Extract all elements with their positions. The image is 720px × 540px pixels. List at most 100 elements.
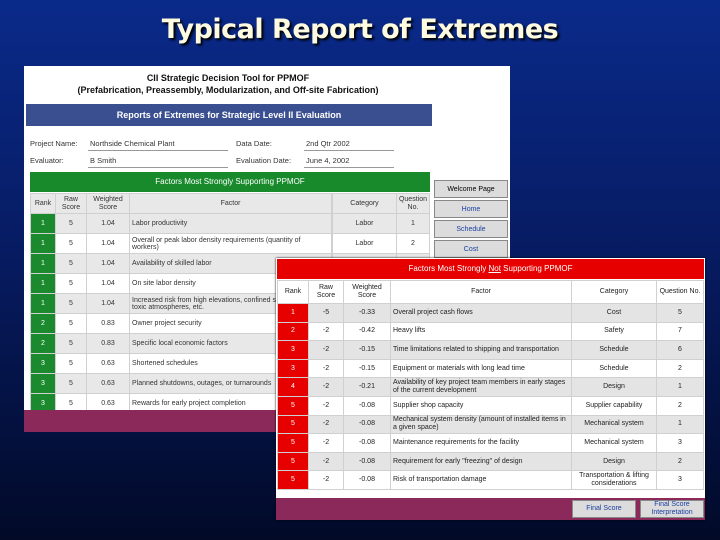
- question-cell: 7: [656, 321, 704, 342]
- rank-cell: 1: [30, 233, 56, 254]
- raw-score-cell: -5: [308, 303, 344, 323]
- welcome-page-button[interactable]: Welcome Page: [434, 180, 508, 198]
- raw-score-cell: -2: [308, 395, 344, 416]
- data-date-value: 2nd Qtr 2002: [306, 139, 350, 148]
- table-row: 3 -2 -0.15 Time limitations related to ship…: [277, 340, 704, 360]
- col-rank: Rank: [277, 280, 309, 304]
- evaluator-value: B Smith: [90, 156, 117, 165]
- raw-score-cell: -2: [308, 470, 344, 490]
- question-cell: 1: [395, 213, 431, 234]
- table-row: 5 -2 -0.08 Requirement for early "freezing"…: [277, 451, 704, 472]
- rank-cell: 1: [30, 253, 56, 274]
- rank-cell: 3: [277, 358, 309, 379]
- report-window-not-supporting: Factors Most Strongly Not Supporting PPM…: [276, 258, 705, 520]
- raw-score-cell: -2: [308, 358, 344, 379]
- col-weighted-score: Weighted Score: [343, 280, 391, 304]
- weighted-score-cell: -0.42: [343, 321, 391, 342]
- rank-cell: 3: [277, 340, 309, 360]
- table-row: 4 -2 -0.21 Availability of key project team…: [277, 377, 704, 397]
- raw-score-cell: 5: [55, 233, 87, 254]
- schedule-button[interactable]: Schedule: [434, 220, 508, 238]
- category-cell: Mechanical system: [571, 414, 657, 435]
- question-cell: 3: [656, 470, 704, 490]
- factor-cell: Labor productivity: [129, 213, 332, 234]
- category-cell: Transportation & lifting considerations: [571, 470, 657, 490]
- raw-score-cell: 5: [55, 253, 87, 274]
- question-cell: 1: [656, 377, 704, 397]
- evaluation-date-label: Evaluation Date:: [236, 156, 292, 165]
- weighted-score-cell: 0.63: [86, 373, 130, 394]
- raw-score-cell: 5: [55, 373, 87, 394]
- category-cell: Safety: [571, 321, 657, 342]
- weighted-score-cell: 1.04: [86, 233, 130, 254]
- category-cell: Design: [571, 451, 657, 472]
- rank-cell: 2: [277, 321, 309, 342]
- factor-cell: Overall or peak labor density requiremen…: [129, 233, 332, 254]
- evaluator-underline: [88, 167, 228, 168]
- evaluation-date-underline: [304, 167, 394, 168]
- table-row: Labor 1: [332, 213, 431, 234]
- rank-cell: 2: [30, 333, 56, 354]
- weighted-score-cell: -0.08: [343, 395, 391, 416]
- weighted-score-cell: 1.04: [86, 293, 130, 314]
- report-title-bar: Reports of Extremes for Strategic Level …: [26, 104, 432, 126]
- final-score-button[interactable]: Final Score: [572, 500, 636, 518]
- col-factor: Factor: [390, 280, 572, 304]
- raw-score-cell: -2: [308, 414, 344, 435]
- weighted-score-cell: -0.15: [343, 340, 391, 360]
- project-name-value: Northside Chemical Plant: [90, 139, 175, 148]
- rank-cell: 4: [277, 377, 309, 397]
- table-row: Labor 2: [332, 233, 431, 254]
- not-supporting-title: Factors Most Strongly Not Supporting PPM…: [277, 259, 704, 279]
- factor-cell: Overall project cash flows: [390, 303, 572, 323]
- weighted-score-cell: -0.08: [343, 470, 391, 490]
- table-row: 5 -2 -0.08 Risk of transportation damage Tra…: [277, 470, 704, 490]
- weighted-score-cell: 1.04: [86, 253, 130, 274]
- raw-score-cell: 5: [55, 313, 87, 334]
- factor-cell: Heavy lifts: [390, 321, 572, 342]
- not-supporting-title-not: Not: [488, 264, 501, 273]
- weighted-score-cell: 0.83: [86, 333, 130, 354]
- table-row: 5 -2 -0.08 Maintenance requirements for the…: [277, 433, 704, 453]
- supporting-title: Factors Most Strongly Supporting PPMOF: [30, 172, 430, 192]
- raw-score-cell: -2: [308, 451, 344, 472]
- rank-cell: 3: [30, 353, 56, 374]
- not-supporting-header-row: Rank Raw Score Weighted Score Factor Cat…: [277, 280, 704, 304]
- col-factor: Factor: [129, 193, 332, 214]
- factor-cell: Supplier shop capacity: [390, 395, 572, 416]
- table-row: 2 -2 -0.42 Heavy lifts Safety 7: [277, 321, 704, 342]
- rank-cell: 3: [30, 373, 56, 394]
- rank-cell: 2: [30, 313, 56, 334]
- question-cell: 3: [656, 433, 704, 453]
- cost-button[interactable]: Cost: [434, 240, 508, 258]
- category-cell: Labor: [332, 233, 397, 254]
- question-cell: 2: [656, 358, 704, 379]
- table-row: 5 -2 -0.08 Supplier shop capacity Supplier c…: [277, 395, 704, 416]
- category-cell: Labor: [332, 213, 397, 234]
- factor-cell: Availability of key project team members…: [390, 377, 572, 397]
- table-row: 1 5 1.04 Overall or peak labor density requ…: [30, 233, 332, 254]
- supporting-header-row: Rank Raw Score Weighted Score Factor: [30, 193, 332, 214]
- category-cell: Cost: [571, 303, 657, 323]
- final-score-interpretation-button[interactable]: Final Score Interpretation: [640, 500, 704, 518]
- category-cell: Schedule: [571, 358, 657, 379]
- evaluator-label: Evaluator:: [30, 156, 64, 165]
- home-button[interactable]: Home: [434, 200, 508, 218]
- question-cell: 1: [656, 414, 704, 435]
- raw-score-cell: 5: [55, 333, 87, 354]
- weighted-score-cell: 1.04: [86, 273, 130, 294]
- rank-cell: 1: [30, 273, 56, 294]
- weighted-score-cell: -0.15: [343, 358, 391, 379]
- raw-score-cell: -2: [308, 321, 344, 342]
- weighted-score-cell: -0.08: [343, 433, 391, 453]
- factor-cell: Requirement for early "freezing" of desi…: [390, 451, 572, 472]
- factor-cell: Equipment or materials with long lead ti…: [390, 358, 572, 379]
- tool-header: CII Strategic Decision Tool for PPMOF (P…: [24, 66, 432, 102]
- table-row: 3 -2 -0.15 Equipment or materials with long…: [277, 358, 704, 379]
- col-question-no: Question No.: [395, 193, 431, 214]
- rank-cell: 1: [30, 293, 56, 314]
- raw-score-cell: 5: [55, 213, 87, 234]
- category-cell: Supplier capability: [571, 395, 657, 416]
- col-category: Category: [332, 193, 397, 214]
- question-cell: 2: [656, 395, 704, 416]
